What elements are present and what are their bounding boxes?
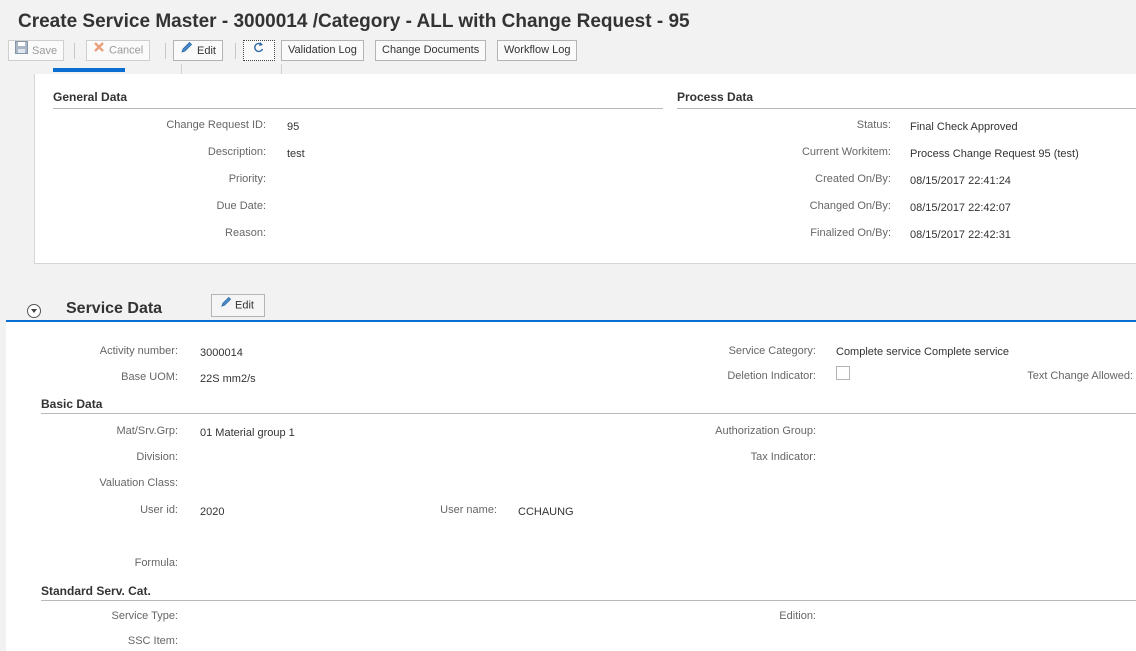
refresh-button[interactable] (243, 40, 275, 61)
toolbar: Save Cancel Edit Validation Log Change D… (0, 38, 1136, 64)
service-type-label: Service Type: (111, 610, 178, 622)
basic-data-heading: Basic Data (41, 397, 103, 411)
mat-srv-grp-value: 01 Material group 1 (200, 427, 295, 439)
user-id-label: User id: (140, 504, 178, 516)
created-on-value: 08/15/2017 22:41:24 (910, 175, 1011, 187)
save-button[interactable]: Save (8, 40, 65, 61)
description-label: Description: (207, 146, 266, 158)
current-workitem-value: Process Change Request 95 (test) (910, 148, 1079, 160)
finalized-on-value: 08/15/2017 22:42:31 (910, 229, 1011, 241)
process-data-heading: Process Data (677, 90, 754, 104)
edition-label: Edition: (779, 610, 816, 622)
tax-indicator-label: Tax Indicator: (750, 451, 816, 463)
division-label: Division: (136, 451, 178, 463)
pencil-icon (220, 295, 232, 316)
service-data-edit-button[interactable]: Edit (211, 294, 265, 317)
reason-label: Reason: (225, 227, 266, 239)
pencil-icon (180, 41, 193, 61)
divider (53, 108, 663, 109)
service-data-title: Service Data (66, 300, 163, 317)
tab-stub[interactable] (125, 64, 182, 74)
activity-number-value: 3000014 (200, 347, 243, 359)
tab-stub[interactable] (182, 64, 282, 74)
status-value: Final Check Approved (910, 121, 1018, 133)
divider (41, 600, 1136, 601)
service-data-header (6, 276, 1136, 322)
base-uom-label: Base UOM: (121, 371, 178, 383)
formula-label: Formula: (134, 557, 178, 569)
service-category-label: Service Category: (728, 345, 816, 357)
standard-serv-cat-heading: Standard Serv. Cat. (41, 584, 151, 598)
valuation-class-label: Valuation Class: (99, 477, 178, 489)
deletion-indicator-label: Deletion Indicator: (727, 370, 816, 382)
mat-srv-grp-label: Mat/Srv.Grp: (116, 425, 178, 437)
ssc-item-label: SSC Item: (127, 635, 178, 647)
change-request-id-label: Change Request ID: (166, 119, 266, 131)
user-name-value: CCHAUNG (518, 506, 574, 518)
service-category-value: Complete service Complete service (836, 346, 1010, 358)
toolbar-separator (165, 43, 166, 59)
current-workitem-label: Current Workitem: (801, 146, 891, 158)
deletion-indicator-checkbox[interactable] (836, 366, 850, 380)
title-bar: Create Service Master - 3000014 /Categor… (0, 0, 1136, 40)
validation-log-button[interactable]: Validation Log (281, 40, 364, 61)
save-icon (15, 41, 28, 61)
refresh-icon (252, 41, 265, 61)
edit-button[interactable]: Edit (173, 40, 223, 61)
created-on-label: Created On/By: (815, 173, 891, 185)
changed-on-label: Changed On/By: (809, 200, 891, 212)
changed-on-value: 08/15/2017 22:42:07 (910, 202, 1011, 214)
activity-number-label: Activity number: (99, 345, 178, 357)
toolbar-separator (74, 43, 75, 59)
workflow-log-button[interactable]: Workflow Log (497, 40, 578, 61)
user-id-value: 2020 (200, 506, 225, 518)
authorization-group-label: Authorization Group: (715, 425, 816, 437)
base-uom-value: 22S mm2/s (200, 373, 256, 385)
page-title: Create Service Master - 3000014 /Categor… (18, 11, 690, 32)
user-name-label: User name: (440, 504, 497, 516)
priority-label: Priority: (228, 173, 266, 185)
general-data-heading: General Data (53, 90, 128, 104)
change-request-id-value: 95 (287, 121, 300, 133)
status-label: Status: (856, 119, 891, 131)
description-value: test (287, 148, 305, 160)
change-documents-button[interactable]: Change Documents (375, 40, 487, 61)
cancel-button[interactable]: Cancel (86, 40, 151, 61)
toolbar-separator (235, 43, 236, 59)
tab-active-indicator[interactable] (53, 68, 125, 72)
divider (677, 108, 1136, 109)
collapse-icon[interactable] (27, 304, 41, 318)
finalized-on-label: Finalized On/By: (810, 227, 891, 239)
due-date-label: Due Date: (216, 200, 266, 212)
cancel-icon (93, 41, 105, 60)
service-data-section (0, 276, 1136, 651)
text-change-allowed-label: Text Change Allowed: (1027, 370, 1133, 382)
divider (41, 413, 1136, 414)
